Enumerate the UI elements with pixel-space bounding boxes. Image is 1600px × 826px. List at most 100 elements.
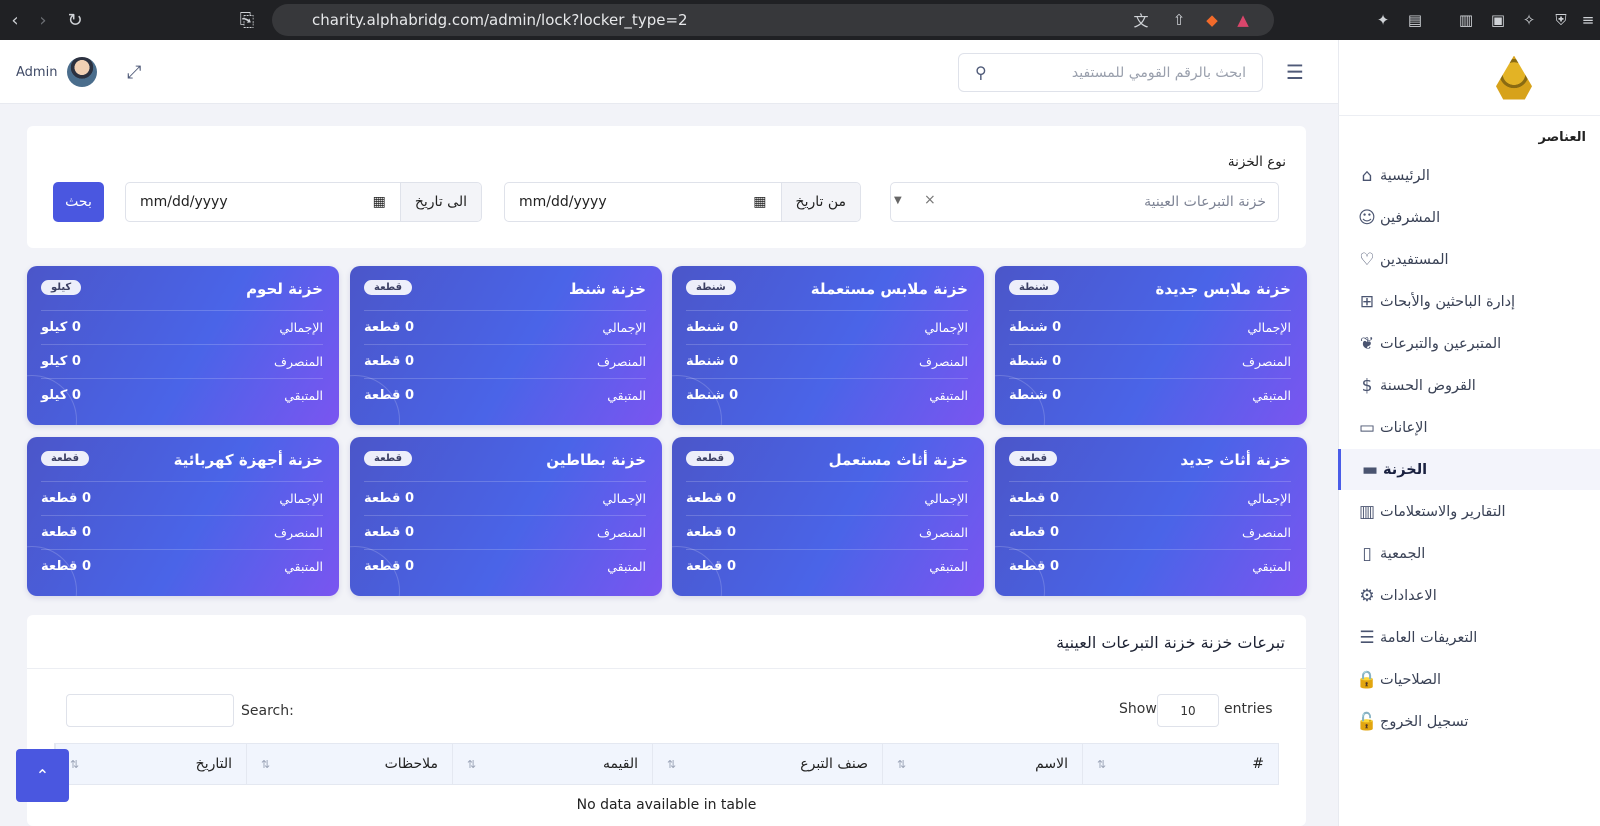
- sidebar-item-14[interactable]: 🔓 تسجيل الخروج: [1338, 701, 1600, 742]
- column-label: ملاحظات: [384, 756, 438, 772]
- brave-rewards-icon[interactable]: ▲: [1230, 0, 1256, 40]
- vpn-icon[interactable]: ⛨: [1548, 0, 1574, 40]
- forward-icon[interactable]: ›: [28, 0, 58, 40]
- row-label: المتبقي: [284, 388, 323, 403]
- to-date-input[interactable]: mm/dd/yyyy ▦: [126, 183, 400, 221]
- column-label: #: [1252, 756, 1264, 772]
- wallet-icon[interactable]: ▣: [1485, 0, 1511, 40]
- locker-row-total: الإجمالي 0 كيلو: [41, 310, 323, 344]
- locker-card[interactable]: خزنة شنط قطعة الإجمالي 0 قطعة المنصرف 0 قطعة ا…: [350, 266, 662, 425]
- database-icon: ☰: [1359, 627, 1375, 648]
- calendar-icon[interactable]: ▦: [753, 194, 766, 210]
- hand-heart-icon: ♡: [1359, 249, 1375, 270]
- from-date-group: mm/dd/yyyy ▦ من تاريخ: [504, 182, 861, 222]
- translate-icon[interactable]: 文: [1128, 0, 1154, 40]
- locker-row-spent: المنصرف 0 قطعة: [41, 515, 323, 549]
- row-value: 0 قطعة: [686, 525, 736, 540]
- avatar[interactable]: [67, 57, 97, 87]
- entries-label: entries: [1224, 701, 1273, 717]
- column-header[interactable]: التاريخ ⇅: [55, 744, 246, 784]
- locker-type-value: خزنة التبرعات العينية: [1144, 194, 1266, 210]
- chevron-down-icon[interactable]: ▼: [894, 195, 902, 206]
- locker-card[interactable]: خزنة لحوم كيلو الإجمالي 0 كيلو المنصرف 0 كيلو…: [27, 266, 339, 425]
- row-label: الإجمالي: [924, 320, 968, 335]
- table-search-label: Search:: [241, 703, 294, 719]
- sidebar-item-9[interactable]: ▥ التقارير والاستعلامات: [1338, 491, 1600, 532]
- row-value: 0 شنطة: [686, 320, 739, 335]
- address-bar[interactable]: charity.alphabridg.com/admin/lock?locker…: [272, 4, 1274, 36]
- row-value: 0 قطعة: [364, 525, 414, 540]
- locker-row-spent: المنصرف 0 قطعة: [1009, 515, 1291, 549]
- national-id-search-input[interactable]: ابحث بالرقم القومي للمستفيد ⚲: [958, 53, 1263, 92]
- locker-card[interactable]: خزنة بطاطين قطعة الإجمالي 0 قطعة المنصرف 0 قط…: [350, 437, 662, 596]
- locker-card[interactable]: خزنة أثاث مستعمل قطعة الإجمالي 0 قطعة المنصر…: [672, 437, 984, 596]
- row-label: المنصرف: [1242, 525, 1291, 540]
- sidebar-item-7[interactable]: ▭ الإعانات: [1338, 407, 1600, 448]
- charity-logo: [1496, 55, 1532, 100]
- unit-badge: قطعة: [1009, 451, 1057, 466]
- sidebar-item-label: المستفيدين: [1380, 251, 1449, 268]
- entries-select[interactable]: 10: [1157, 694, 1219, 727]
- locker-card[interactable]: خزنة ملابس مستعملة شنطة الإجمالي 0 شنطة المن…: [672, 266, 984, 425]
- column-label: التاريخ: [195, 756, 232, 772]
- reload-icon[interactable]: ↻: [60, 0, 90, 40]
- table-search-input[interactable]: [66, 694, 234, 727]
- calendar-icon[interactable]: ▦: [373, 194, 386, 210]
- locker-row-remaining: المتبقي 0 قطعة: [364, 549, 646, 583]
- search-icon[interactable]: ⚲: [975, 63, 987, 82]
- sidebar-item-10[interactable]: ▯ الجمعية: [1338, 533, 1600, 574]
- sidebar-item-8[interactable]: ▬ الخزنة: [1338, 449, 1600, 490]
- extensions-icon[interactable]: ✦: [1370, 0, 1396, 40]
- locker-row-total: الإجمالي 0 قطعة: [686, 481, 968, 515]
- sidebar-item-1[interactable]: ⌂ الرئيسية: [1338, 155, 1600, 196]
- locker-row-remaining: المتبقي 0 قطعة: [686, 549, 968, 583]
- bookmark-icon[interactable]: ⎘: [232, 0, 262, 40]
- column-header[interactable]: ملاحظات ⇅: [246, 744, 452, 784]
- sidebar-item-11[interactable]: ⚙ الاعدادات: [1338, 575, 1600, 616]
- brave-shield-icon[interactable]: ◆: [1199, 0, 1225, 40]
- locker-row-remaining: المتبقي 0 قطعة: [1009, 549, 1291, 583]
- row-label: المتبقي: [284, 559, 323, 574]
- sidebar-item-4[interactable]: ⊞ إدارة الباحثين والأبحاث: [1338, 281, 1600, 322]
- unit-badge: قطعة: [41, 451, 89, 466]
- leo-ai-icon[interactable]: ✧: [1516, 0, 1542, 40]
- sidebar-item-2[interactable]: ☺ المشرفين: [1338, 197, 1600, 238]
- reader-icon[interactable]: ▤: [1402, 0, 1428, 40]
- menu-toggle-icon[interactable]: ☰: [1286, 62, 1308, 82]
- user-name[interactable]: Admin: [16, 65, 57, 80]
- column-header[interactable]: صنف التبرع ⇅: [652, 744, 882, 784]
- row-value: 0 قطعة: [1009, 559, 1059, 574]
- sidebar-item-3[interactable]: ♡ المستفيدين: [1338, 239, 1600, 280]
- table-header: # ⇅ الاسم ⇅ صنف التبرع ⇅ القيمه ⇅ ملاحظات ⇅ التاري…: [54, 743, 1279, 785]
- locker-card[interactable]: خزنة أجهزة كهربائية قطعة الإجمالي 0 قطعة الم…: [27, 437, 339, 596]
- fullscreen-icon[interactable]: ⤢: [127, 62, 141, 83]
- locker-card[interactable]: خزنة ملابس جديدة شنطة الإجمالي 0 شنطة المنصر…: [995, 266, 1307, 425]
- column-header[interactable]: الاسم ⇅: [882, 744, 1082, 784]
- sitemap-icon: ⊞: [1359, 291, 1375, 312]
- locker-card-title: خزنة بطاطين: [546, 451, 646, 469]
- row-value: 0 شنطة: [1009, 388, 1062, 403]
- locker-type-select[interactable]: خزنة التبرعات العينية: [890, 182, 1279, 222]
- sidebar-item-6[interactable]: $ القروض الحسنة: [1338, 365, 1600, 406]
- row-label: الإجمالي: [1247, 320, 1291, 335]
- row-value: 0 قطعة: [41, 491, 91, 506]
- menu-icon[interactable]: ≡: [1575, 0, 1600, 40]
- search-placeholder: ابحث بالرقم القومي للمستفيد: [1071, 64, 1246, 81]
- share-icon[interactable]: ⇧: [1166, 0, 1192, 40]
- sort-icon: ⇅: [467, 757, 477, 771]
- search-button[interactable]: بحث: [53, 182, 104, 222]
- sidebar-item-13[interactable]: 🔒 الصلاحيات: [1338, 659, 1600, 700]
- locker-row-total: الإجمالي 0 قطعة: [41, 481, 323, 515]
- sidebar-toggle-icon[interactable]: ▥: [1453, 0, 1479, 40]
- back-icon[interactable]: ‹: [0, 0, 30, 40]
- sidebar-item-12[interactable]: ☰ التعريفات العامة: [1338, 617, 1600, 658]
- from-date-input[interactable]: mm/dd/yyyy ▦: [505, 183, 781, 221]
- row-value: 0 قطعة: [686, 559, 736, 574]
- column-header[interactable]: # ⇅: [1082, 744, 1278, 784]
- locker-card[interactable]: خزنة أثاث جديد قطعة الإجمالي 0 قطعة المنصرف 0…: [995, 437, 1307, 596]
- column-header[interactable]: القيمه ⇅: [452, 744, 652, 784]
- unit-badge: كيلو: [41, 280, 82, 295]
- sidebar-item-5[interactable]: ❦ المتبرعين والتبرعات: [1338, 323, 1600, 364]
- clear-select-icon[interactable]: ×: [924, 192, 936, 208]
- scroll-to-top-button[interactable]: ⌃: [16, 749, 69, 802]
